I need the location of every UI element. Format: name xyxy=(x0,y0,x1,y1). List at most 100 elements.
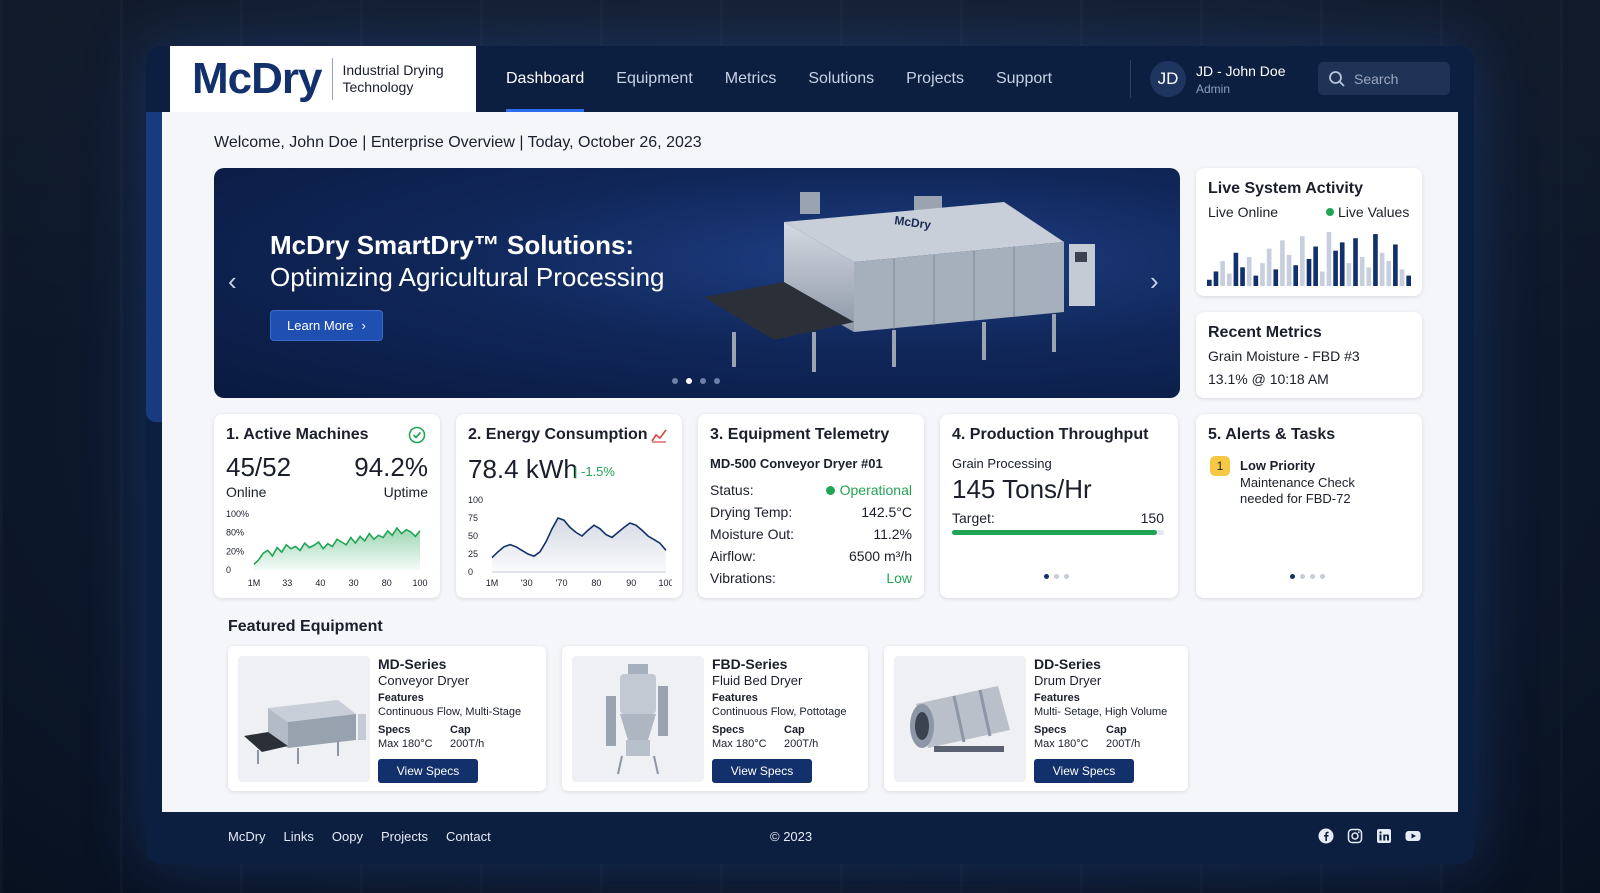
nav-dashboard[interactable]: Dashboard xyxy=(490,46,600,112)
view-specs-button[interactable]: View Specs xyxy=(712,759,812,783)
conveyor-dryer-thumb-icon xyxy=(244,700,366,764)
active-machines-title: 1. Active Machines xyxy=(226,426,369,443)
featured-title: Featured Equipment xyxy=(228,618,383,635)
target-label: Target: xyxy=(952,510,995,526)
y-tick-label: 0 xyxy=(468,567,473,577)
search-input[interactable] xyxy=(1354,70,1444,87)
green-dot-icon xyxy=(1326,208,1334,216)
telemetry-value: 142.5°C xyxy=(861,504,912,520)
pager-dot-active[interactable] xyxy=(1044,574,1049,579)
user-name[interactable]: JD - John Doe xyxy=(1196,63,1285,79)
nav-projects[interactable]: Projects xyxy=(890,46,980,112)
pager-dot-active[interactable] xyxy=(1290,574,1295,579)
x-tick-label: 80 xyxy=(591,578,601,588)
nav-equipment[interactable]: Equipment xyxy=(600,46,709,112)
nav-solutions[interactable]: Solutions xyxy=(792,46,890,112)
fe-type: Conveyor Dryer xyxy=(378,673,470,688)
carousel-prev[interactable]: ‹ xyxy=(228,266,237,297)
live-bar xyxy=(1339,242,1345,286)
throughput-progress-fill xyxy=(952,530,1157,535)
youtube-icon[interactable] xyxy=(1405,828,1421,844)
telemetry-key: Drying Temp: xyxy=(710,504,793,520)
header-divider xyxy=(1130,60,1131,98)
telemetry-value: 6500 m³/h xyxy=(849,548,912,564)
live-bar xyxy=(1366,267,1372,286)
telemetry-title: 3. Equipment Telemetry xyxy=(710,426,890,443)
alert-count-badge: 1 xyxy=(1210,456,1230,476)
x-tick-label: 33 xyxy=(282,578,292,588)
carousel-dot[interactable] xyxy=(700,378,706,384)
uptime-label: Uptime xyxy=(383,484,428,500)
pager-dot[interactable] xyxy=(1064,574,1069,579)
fe-specs: Max 180°C xyxy=(1034,738,1089,750)
linkedin-icon[interactable] xyxy=(1376,828,1392,844)
fe-specs-label: Specs xyxy=(1034,724,1067,736)
instagram-icon[interactable] xyxy=(1347,828,1363,844)
alerts-card: 5. Alerts & Tasks 1 Low Priority Mainten… xyxy=(1196,414,1422,598)
avatar[interactable]: JD xyxy=(1150,61,1186,97)
carousel-dot-active[interactable] xyxy=(686,378,692,384)
pager-dot[interactable] xyxy=(1054,574,1059,579)
y-tick-label: 100 xyxy=(468,495,483,505)
footer-link-contact[interactable]: Contact xyxy=(446,829,491,844)
pager-dot[interactable] xyxy=(1320,574,1325,579)
footer-link-mcdry[interactable]: McDry xyxy=(228,829,266,844)
throughput-pager xyxy=(1044,574,1069,579)
alerts-pager xyxy=(1290,574,1325,579)
nav-support[interactable]: Support xyxy=(980,46,1068,112)
pager-dot[interactable] xyxy=(1300,574,1305,579)
fluid-bed-dryer-thumb-icon xyxy=(606,664,668,775)
telemetry-key: Airflow: xyxy=(710,548,756,564)
live-bar xyxy=(1220,261,1225,286)
learn-more-button[interactable]: Learn More › xyxy=(270,310,383,341)
footer-link-oopy[interactable]: Oopy xyxy=(332,829,363,844)
live-bar xyxy=(1386,261,1392,286)
live-activity-card: Live System Activity Live Online Live Va… xyxy=(1196,168,1422,296)
live-bar xyxy=(1280,240,1285,286)
hero-subtitle: Optimizing Agricultural Processing xyxy=(270,262,665,292)
fe-cap-label: Cap xyxy=(1106,724,1127,736)
live-bar xyxy=(1266,248,1272,286)
x-tick-label: 100 xyxy=(658,578,672,588)
trend-chart-icon xyxy=(651,429,667,443)
carousel-dot[interactable] xyxy=(672,378,678,384)
live-bar xyxy=(1300,236,1305,286)
alert-priority[interactable]: Low Priority xyxy=(1240,458,1315,473)
live-values-label: Live Values xyxy=(1338,204,1410,220)
fe-cap-label: Cap xyxy=(784,724,805,736)
app-window: McDry Industrial Drying Technology Dashb… xyxy=(146,46,1474,864)
footer-link-links[interactable]: Links xyxy=(284,829,314,844)
logo[interactable]: McDry Industrial Drying Technology xyxy=(170,46,476,112)
active-machines-chart: 100% 80% 20% 0 1M 33 40 30 80 100 xyxy=(226,509,428,588)
footer-link-projects[interactable]: Projects xyxy=(381,829,428,844)
alert-line1: Maintenance Check xyxy=(1240,475,1355,490)
alerts-title: 5. Alerts & Tasks xyxy=(1208,426,1336,443)
pager-dot[interactable] xyxy=(1310,574,1315,579)
check-circle-icon xyxy=(408,426,426,444)
search-box[interactable] xyxy=(1318,62,1450,95)
logo-mark: McDry xyxy=(192,54,322,103)
social-links xyxy=(1318,828,1421,844)
view-specs-button[interactable]: View Specs xyxy=(1034,759,1134,783)
throughput-progress-track xyxy=(952,530,1164,535)
throughput-title: 4. Production Throughput xyxy=(952,426,1149,443)
facebook-icon[interactable] xyxy=(1318,828,1334,844)
live-bar xyxy=(1246,256,1252,286)
telemetry-value-text: Operational xyxy=(839,482,912,498)
view-specs-button[interactable]: View Specs xyxy=(378,759,478,783)
x-tick-label: 1M xyxy=(248,578,261,588)
hero-banner: McDry ‹ › McDry SmartDry™ Solutions: Opt… xyxy=(214,168,1180,398)
hero-title: McDry SmartDry™ Solutions: xyxy=(270,230,635,260)
carousel-dot[interactable] xyxy=(714,378,720,384)
live-bar xyxy=(1406,275,1411,286)
carousel-next[interactable]: › xyxy=(1150,266,1159,297)
telemetry-value-text: Low xyxy=(886,570,912,586)
live-bar xyxy=(1346,263,1352,286)
nav-metrics[interactable]: Metrics xyxy=(709,46,793,112)
y-tick-label: 80% xyxy=(226,528,244,538)
telemetry-value-text: 6500 m³/h xyxy=(848,548,912,564)
featured-card-md: MD-Series Conveyor Dryer Features Contin… xyxy=(228,646,546,791)
uptime-value: 94.2% xyxy=(354,452,428,482)
search-icon xyxy=(1329,70,1345,87)
x-tick-label: '70 xyxy=(556,578,568,588)
